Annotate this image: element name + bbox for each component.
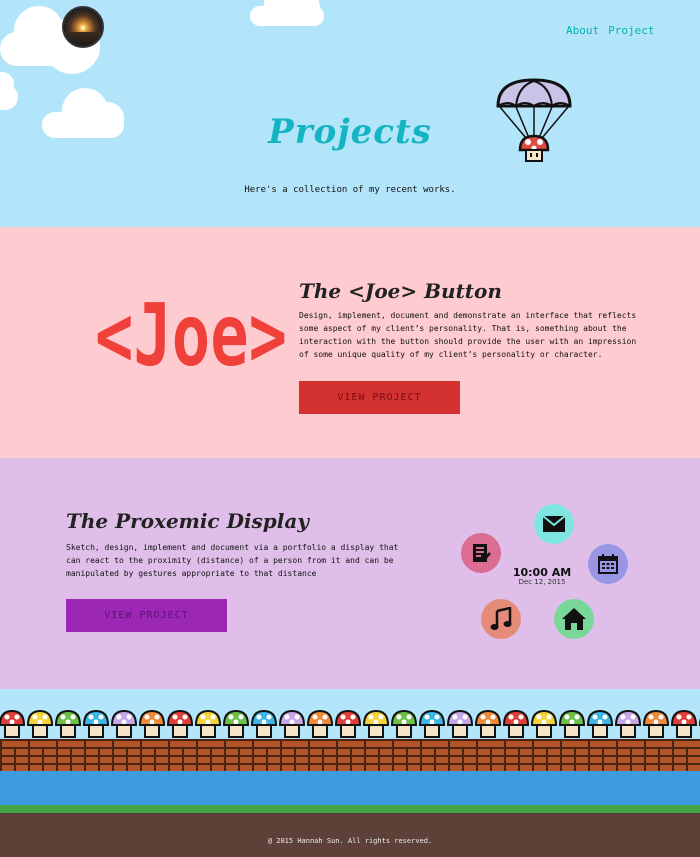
mail-icon xyxy=(534,504,574,544)
cloud-decoration xyxy=(0,72,18,110)
grass-decoration xyxy=(0,805,700,813)
joe-logo-text: <Joe> xyxy=(95,287,287,377)
page-title: Projects xyxy=(268,112,432,152)
cloud-decoration xyxy=(250,0,324,26)
mushroom-row-decoration xyxy=(0,709,700,738)
view-project-button[interactable]: VIEW PROJECT xyxy=(66,599,227,632)
view-project-button[interactable]: VIEW PROJECT xyxy=(299,381,460,414)
top-nav: About Project xyxy=(566,24,654,37)
page-subtitle: Here's a collection of my recent works. xyxy=(244,185,456,195)
dirt-decoration xyxy=(0,813,700,857)
project-description: Sketch, design, implement and document v… xyxy=(66,543,399,578)
music-icon xyxy=(481,599,521,639)
calendar-icon xyxy=(588,544,628,584)
avatar[interactable] xyxy=(62,6,104,48)
copyright-text: @ 2015 Hannah Sun. All rights reserved. xyxy=(267,837,433,845)
water-decoration xyxy=(0,771,700,805)
checklist-icon xyxy=(461,533,501,573)
brick-ground-decoration xyxy=(0,739,700,771)
parachute-mushroom-icon xyxy=(496,78,572,162)
project-proxemic-display: The Proxemic Display Sketch, design, imp… xyxy=(0,458,700,689)
project-description: Design, implement, document and demonstr… xyxy=(299,311,637,359)
nav-link-project[interactable]: Project xyxy=(608,24,654,37)
home-icon xyxy=(554,599,594,639)
hero-section: About Project Projects Here's a collecti… xyxy=(0,0,700,227)
joe-logo: <Joe> xyxy=(95,287,287,377)
project-title: The <Joe> Button xyxy=(299,279,502,303)
footer-scene: @ 2015 Hannah Sun. All rights reserved. xyxy=(0,689,700,857)
nav-link-about[interactable]: About xyxy=(566,24,599,37)
project-title: The Proxemic Display xyxy=(66,509,309,533)
clock-date: Dec 12, 2015 xyxy=(518,578,566,586)
project-joe-button: <Joe> The <Joe> Button Design, implement… xyxy=(0,227,700,458)
